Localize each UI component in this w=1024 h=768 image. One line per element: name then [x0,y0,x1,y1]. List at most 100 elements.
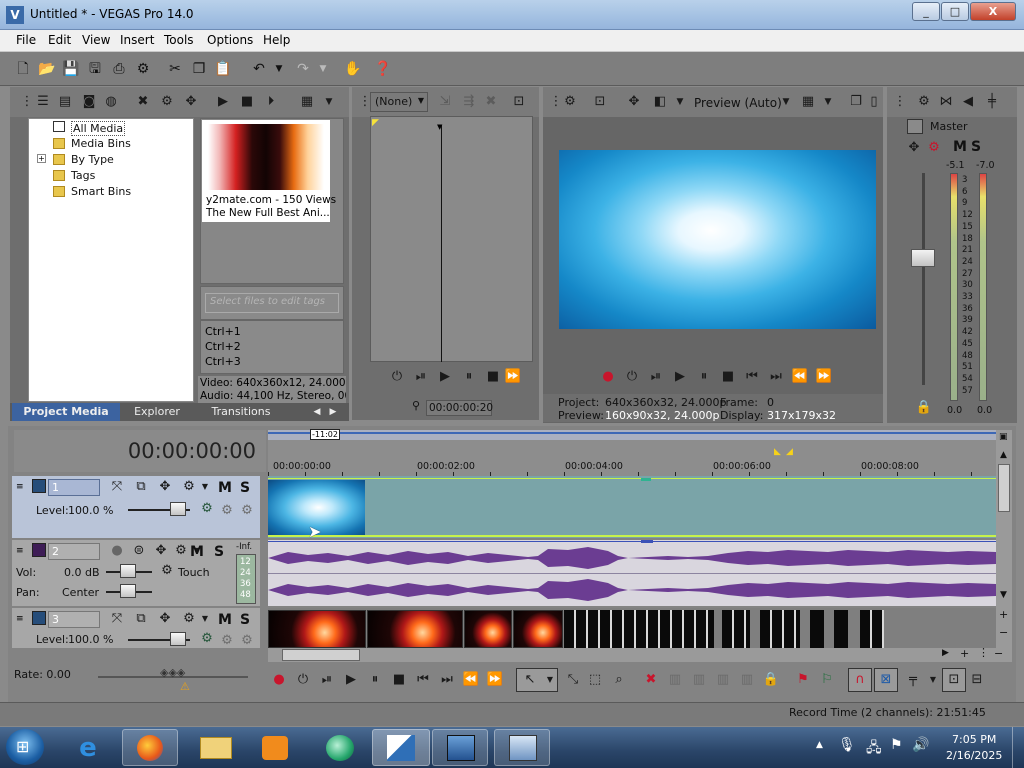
previous-frame-icon[interactable]: ⏪ [462,671,480,689]
menu-view[interactable]: View [82,33,110,47]
pause-icon[interactable]: ⏸ [366,671,384,689]
taskbar-app[interactable] [252,729,300,766]
trim-end-icon[interactable]: ▥ [714,671,732,689]
video-event[interactable] [834,610,848,648]
remove-icon[interactable]: ✖ [134,93,152,111]
taskbar-app-vegas[interactable] [372,729,430,766]
expand-icon[interactable]: + [37,154,46,163]
track-1-level-slider[interactable] [170,502,186,516]
track-motion-icon[interactable]: ✥ [156,478,174,496]
clock-date[interactable]: 2/16/2025 [946,749,1002,762]
track-2-name-field[interactable]: 2 [48,543,100,560]
auto-ripple-icon[interactable]: ╤ [904,671,922,689]
taskbar-app[interactable] [122,729,178,766]
tree-smart-bins[interactable]: Smart Bins [71,185,131,198]
previous-frame-icon[interactable]: ⏪ [791,368,809,386]
master-fx-icon[interactable]: ⚙ [925,139,943,157]
open-icon[interactable]: 📂 [38,60,56,78]
snapping-toggle[interactable]: ∩ [848,668,872,692]
taskbar-app[interactable] [316,729,364,766]
views-dropdown-icon[interactable]: ▼ [320,93,338,111]
copy-icon[interactable]: ❐ [190,60,208,78]
scroll-down-icon[interactable]: ▼ [1000,590,1007,600]
mixer-settings-icon[interactable]: ╪ [983,93,1001,111]
trimmer-settings-icon[interactable]: ⊡ [510,93,528,111]
stop-icon[interactable]: ■ [238,93,256,111]
start-button[interactable]: ⊞ [6,729,44,765]
bypass-fx-icon[interactable]: ⚙ [198,500,216,518]
show-desktop-button[interactable] [1012,727,1024,768]
master-solo[interactable]: S [971,139,981,155]
track-3-header[interactable]: ≡ 3 ⤧ ⧉ ✥ ⚙ ▼ M S Level: 100.0 % ⚙ ⚙ ⚙ [12,608,260,648]
web-media-icon[interactable]: ◍ [102,93,120,111]
network-icon[interactable]: 🖧 [866,737,882,761]
tab-scroll-right-icon[interactable]: ▶ [326,403,340,421]
track-2-mute[interactable]: M [190,544,204,560]
video-event[interactable] [367,610,463,648]
media-thumbnail[interactable]: y2mate.com - 150 Views The New Full Best… [202,120,336,222]
composite-mode-icon[interactable]: ⚙ [218,632,236,650]
import-media-icon[interactable]: ▤ [56,93,74,111]
video-events-strip[interactable] [722,610,750,648]
track-3-level-slider[interactable] [170,632,186,646]
pause-icon[interactable]: ⏸ [695,368,713,386]
edit-tool-selector[interactable]: ↖ ▼ [516,668,558,692]
render-as-icon[interactable]: ⎙ [110,60,128,78]
media-fx-icon[interactable]: ✥ [182,93,200,111]
tree-by-type[interactable]: By Type [71,153,114,166]
record-icon[interactable]: ● [599,368,617,386]
record-icon[interactable]: ● [270,671,288,689]
next-frame-icon[interactable]: ⏩ [486,671,504,689]
clock-time[interactable]: 7:05 PM [952,733,996,746]
fast-forward-icon[interactable]: ⏩ [504,368,522,386]
master-pan-icon[interactable]: ✥ [905,139,923,157]
time-zoom-in-icon[interactable]: + [960,647,969,660]
track-2-vol-slider[interactable] [120,564,136,578]
preview-properties-icon[interactable]: ⚙ [561,93,579,111]
play-icon[interactable]: ▶ [436,368,454,386]
tab-explorer[interactable]: Explorer [122,403,192,421]
scroll-up-icon[interactable]: ▲ [1000,450,1007,460]
tab-project-media[interactable]: Project Media [12,403,120,421]
auto-ripple-dropdown-icon[interactable]: ▼ [924,671,942,689]
redo-dropdown-icon[interactable]: ▼ [314,60,332,78]
stop-icon[interactable]: ■ [484,368,502,386]
composite-level-icon[interactable]: ⚙ [238,502,256,520]
video-events-strip[interactable] [760,610,800,648]
rate-slider-icon[interactable]: ◈◈◈ [160,666,185,679]
compositing-icon[interactable]: ⧉ [132,478,150,496]
vertical-scroll-thumb[interactable] [998,464,1010,512]
views-icon[interactable]: ▦ [298,93,316,111]
marker-bar[interactable]: -11:02 [268,429,996,440]
track-2-pan-slider[interactable] [120,584,136,598]
save-icon[interactable]: 💾 [62,60,80,78]
track-3-lane[interactable] [268,608,996,648]
go-to-end-icon[interactable]: ⏭ [767,368,785,386]
track-1-header[interactable]: ≡ 1 ⤧ ⧉ ✥ ⚙ ▼ M S Level: 100.0 % ⚙ ⚙ ⚙ [12,476,260,538]
mixer-properties-icon[interactable]: ⚙ [915,93,933,111]
save-as-icon[interactable]: 🖫 [86,60,104,78]
menu-help[interactable]: Help [263,33,290,47]
properties-icon[interactable]: ⚙ [134,60,152,78]
marker-flag[interactable]: -11:02 [310,429,340,440]
track-zoom-in-icon[interactable]: + [999,608,1008,621]
track-fx-dropdown-icon[interactable]: ▼ [196,478,214,496]
preview-quality-dropdown-icon[interactable]: ▼ [777,93,795,111]
auto-crossfade-toggle[interactable]: ⊠ [874,668,898,692]
taskbar-app[interactable] [494,729,550,766]
stop-icon[interactable]: ■ [390,671,408,689]
motion-icon[interactable]: ⤧ [108,610,126,628]
lock-icon[interactable]: 🔒 [915,399,933,417]
menu-tools[interactable]: Tools [164,33,194,47]
overlays-icon[interactable]: ▦ [799,93,817,111]
tree-all-media[interactable]: All Media [71,121,126,136]
track-2-solo[interactable]: S [214,544,224,560]
volume-icon[interactable]: 🔊 [912,737,929,753]
timeline-menu-icon[interactable]: ▣ [999,432,1008,442]
copy-snapshot-icon[interactable]: ❐ [847,93,865,111]
internet-explorer-icon[interactable]: e [68,731,108,765]
delete-icon[interactable]: ✖ [642,671,660,689]
redo-icon[interactable]: ↷ [294,60,312,78]
insert-marker-icon[interactable]: ⚑ [794,671,812,689]
taskbar-app[interactable] [432,729,488,766]
